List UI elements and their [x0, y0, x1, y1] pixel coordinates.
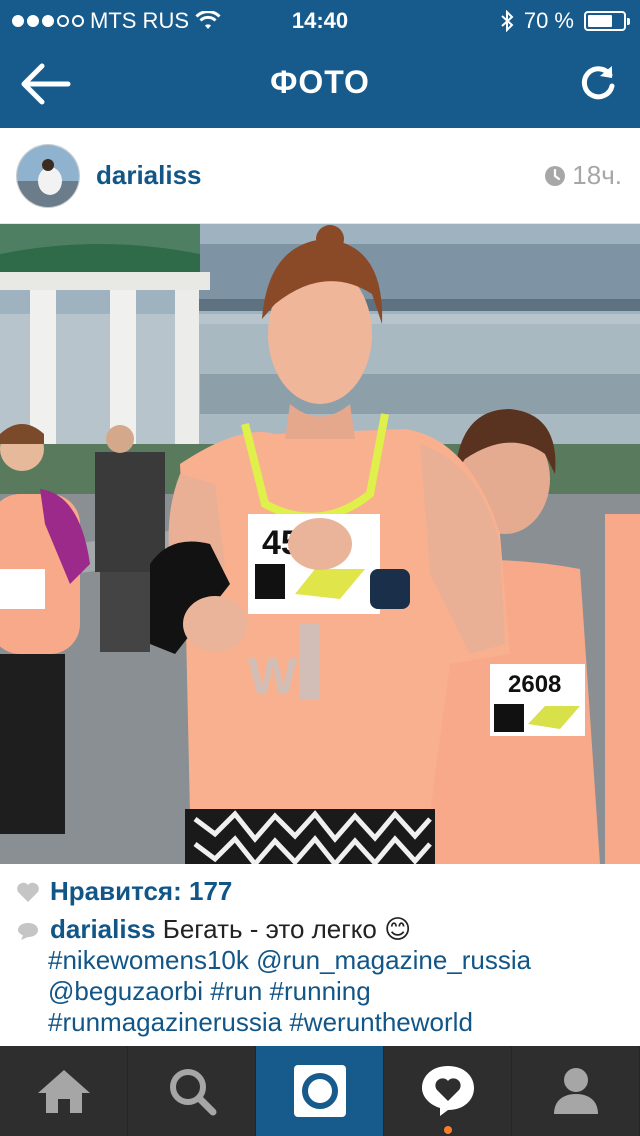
- post-caption: darialiss Бегать - это легко 😊 #nikewome…: [16, 914, 626, 1038]
- tab-profile[interactable]: [512, 1046, 640, 1136]
- activity-heart-icon: [421, 1066, 474, 1116]
- comment-bubble-icon: [18, 923, 38, 941]
- tab-bar: [0, 1046, 640, 1136]
- smile-emoji-icon: 😊: [384, 914, 412, 944]
- svg-text:W: W: [248, 648, 298, 706]
- likes-row[interactable]: Нравится: 177: [16, 876, 232, 907]
- nav-bar: ФОТО: [0, 40, 640, 128]
- battery-percent: 70 %: [523, 8, 574, 33]
- clock-icon: [545, 165, 566, 186]
- bib-number-right: 2608: [508, 671, 561, 698]
- home-icon: [37, 1070, 90, 1113]
- avatar[interactable]: [16, 144, 80, 208]
- caption-username[interactable]: darialiss: [50, 914, 156, 944]
- battery-icon: [584, 11, 630, 31]
- tab-home[interactable]: [0, 1046, 128, 1136]
- hashtags-line-2[interactable]: @beguzaorbi #run #running: [16, 976, 626, 1007]
- tab-search[interactable]: [128, 1046, 256, 1136]
- tab-activity[interactable]: [384, 1046, 512, 1136]
- tab-camera[interactable]: [256, 1046, 384, 1136]
- post-photo[interactable]: 45 2608 W: [0, 224, 640, 864]
- refresh-icon[interactable]: [574, 60, 622, 108]
- bluetooth-icon: [501, 10, 514, 32]
- status-bar: MTS RUS 14:40 70 %: [0, 0, 640, 40]
- hashtags-line-3[interactable]: #runmagazinerussia #werunthe­world: [16, 1007, 626, 1038]
- likes-count[interactable]: Нравится: 177: [50, 876, 232, 907]
- notification-dot: [443, 1126, 452, 1134]
- hashtags-line-1[interactable]: #nikewomens10k @run_magazine_russia: [16, 945, 626, 976]
- post-time: 18ч.: [544, 160, 622, 191]
- caption-text: Бегать - это легко: [162, 914, 377, 944]
- profile-icon: [553, 1068, 598, 1114]
- page-title: ФОТО: [270, 64, 370, 100]
- camera-icon: [293, 1065, 346, 1117]
- heart-icon: [17, 882, 39, 902]
- post-header: darialiss 18ч.: [0, 128, 640, 224]
- post-username[interactable]: darialiss: [96, 160, 202, 191]
- time-ago-label: 18ч.: [572, 160, 622, 190]
- search-icon: [169, 1069, 216, 1116]
